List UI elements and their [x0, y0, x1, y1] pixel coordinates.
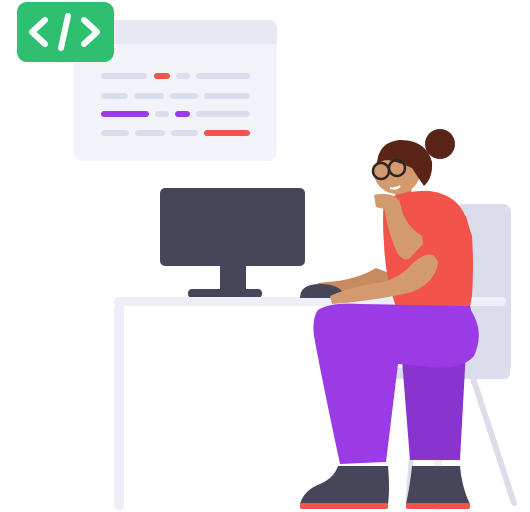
code-line — [155, 111, 169, 117]
code-line-highlight — [154, 73, 170, 79]
desk-leg-left — [114, 304, 124, 510]
code-line — [196, 73, 250, 79]
code-line — [134, 93, 164, 99]
code-line — [196, 111, 250, 117]
code-line — [101, 73, 147, 79]
person — [300, 129, 479, 509]
code-line — [204, 93, 250, 99]
code-line — [101, 130, 129, 136]
hair-bun — [425, 129, 455, 159]
code-line — [171, 130, 198, 136]
shoe-left — [300, 466, 389, 504]
shoe-sole-right — [406, 503, 470, 509]
code-line — [101, 93, 128, 99]
code-line — [176, 73, 190, 79]
monitor-screen — [160, 188, 305, 266]
code-line — [135, 130, 165, 136]
code-line — [170, 93, 198, 99]
code-line-accent — [175, 111, 190, 117]
code-line-accent — [101, 111, 149, 117]
glasses-bridge — [387, 168, 391, 171]
monitor-neck — [220, 264, 246, 292]
chair-leg — [468, 369, 517, 506]
shoe-sole-left — [300, 503, 388, 509]
monitor-base — [188, 289, 262, 298]
monitor-icon — [160, 188, 305, 298]
code-line-highlight — [204, 130, 250, 136]
developer-illustration — [17, 2, 517, 510]
code-brackets-icon — [17, 2, 114, 62]
shoe-right — [406, 466, 470, 504]
